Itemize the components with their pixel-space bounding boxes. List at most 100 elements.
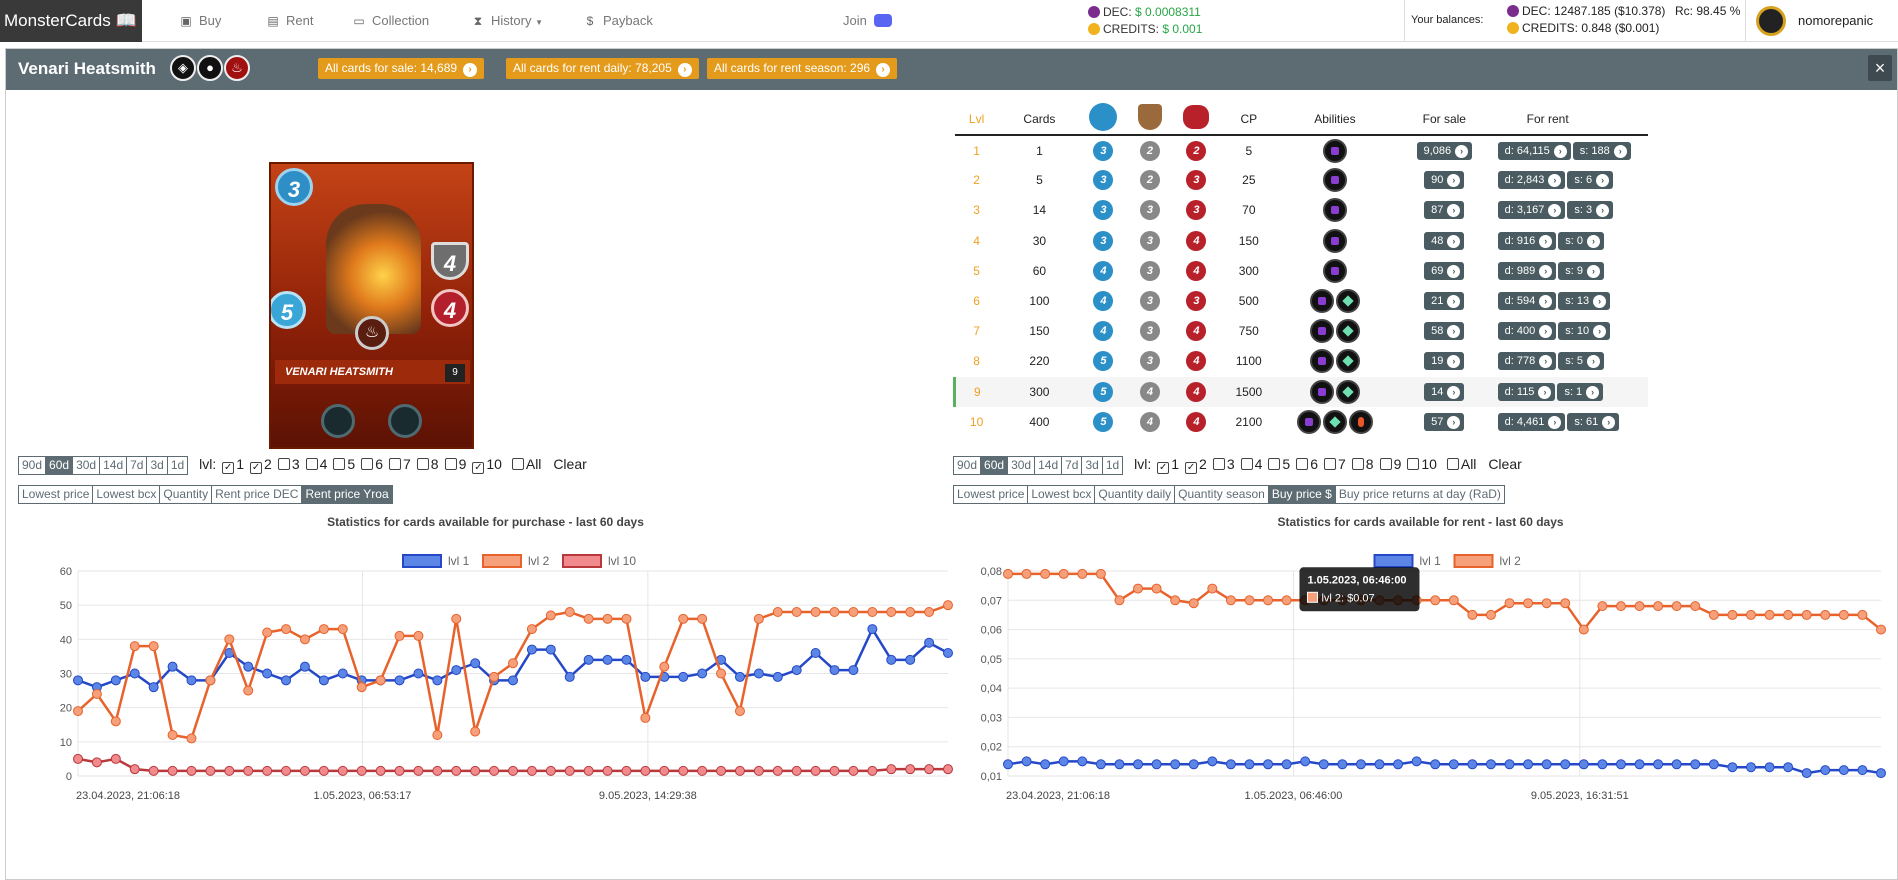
legend-swatch[interactable] [1453,554,1494,568]
all-for-sale-button[interactable]: All cards for sale: 14,689 › [318,58,485,79]
data-point[interactable] [186,765,197,776]
tab-buy-price-returns-at-day-rad-[interactable]: Buy price returns at day (RaD) [1334,485,1505,504]
rent-daily-button[interactable]: d: 400 › [1497,322,1557,341]
all-for-rent-daily-button[interactable]: All cards for rent daily: 78,205 › [506,58,699,79]
data-point[interactable] [1095,759,1106,770]
nav-buy[interactable]: ▣ Buy [179,0,221,42]
data-point[interactable] [602,613,613,624]
data-point[interactable] [413,630,424,641]
data-point[interactable] [186,733,197,744]
data-point[interactable] [489,765,500,776]
data-point[interactable] [1783,609,1794,620]
data-point[interactable] [1114,595,1125,606]
data-point[interactable] [526,624,537,635]
data-point[interactable] [867,607,878,617]
data-point[interactable] [848,607,859,617]
data-point[interactable] [1745,609,1756,620]
data-point[interactable] [318,765,329,776]
checkbox-lvl-7[interactable] [1324,458,1336,470]
data-point[interactable] [734,706,745,717]
data-point[interactable] [1801,768,1812,779]
data-point[interactable] [1021,756,1032,767]
rent-daily-button[interactable]: d: 916 › [1497,231,1557,250]
close-button[interactable]: × [1868,55,1892,81]
for-sale-button[interactable]: 19 › [1424,352,1465,371]
data-point[interactable] [470,726,481,737]
data-point[interactable] [583,765,594,776]
data-point[interactable] [943,648,953,658]
data-point[interactable] [148,641,159,652]
data-point[interactable] [129,668,140,679]
legend-swatch[interactable] [1373,554,1414,568]
data-point[interactable] [1430,595,1441,606]
data-point[interactable] [1151,759,1162,770]
data-point[interactable] [621,765,632,776]
period-90d[interactable]: 90d [18,456,47,475]
data-point[interactable] [1411,756,1422,767]
data-point[interactable] [810,648,821,658]
data-point[interactable] [1708,759,1719,770]
data-point[interactable] [583,613,594,624]
checkbox-lvl-6[interactable] [1296,458,1309,470]
data-point[interactable] [810,765,821,776]
data-point[interactable] [1448,759,1459,770]
data-point[interactable] [659,661,670,672]
data-point[interactable] [299,661,310,672]
data-point[interactable] [1523,759,1534,770]
period-3d[interactable]: 3d [1081,456,1103,475]
data-point[interactable] [508,658,518,669]
data-point[interactable] [564,765,575,776]
legend-swatch[interactable] [402,554,442,568]
data-point[interactable] [1207,756,1218,767]
checkbox-all[interactable] [511,458,524,470]
nav-join[interactable]: Join [843,0,893,42]
checkbox-lvl-7[interactable] [389,458,401,470]
data-point[interactable] [1671,601,1682,612]
data-point[interactable] [470,765,481,776]
data-point[interactable] [772,607,783,617]
data-point[interactable] [1467,759,1478,770]
nav-collection[interactable]: ▭ Collection [352,0,429,42]
data-point[interactable] [886,654,897,665]
rent-season-button[interactable]: s: 13 › [1558,292,1611,311]
data-point[interactable] [1300,756,1311,767]
for-sale-button[interactable]: 48 › [1424,231,1465,250]
data-point[interactable] [829,607,840,617]
data-point[interactable] [640,671,651,682]
data-point[interactable] [73,675,83,686]
rent-season-button[interactable]: s: 6 › [1567,171,1614,190]
data-point[interactable] [621,654,632,665]
data-point[interactable] [1876,624,1886,635]
data-point[interactable] [1003,759,1013,770]
data-point[interactable] [886,764,897,775]
checkbox-lvl-4[interactable] [305,458,318,470]
data-point[interactable] [1318,759,1329,770]
data-point[interactable] [734,671,745,682]
period-1d[interactable]: 1d [1101,456,1124,475]
period-30d[interactable]: 30d [72,456,101,475]
data-point[interactable] [262,668,273,679]
checkbox-lvl-3[interactable] [1212,458,1225,470]
data-point[interactable] [1504,598,1515,609]
data-point[interactable] [678,613,689,624]
tab-buy-price-[interactable]: Buy price $ [1267,485,1336,504]
for-sale-button[interactable]: 87 › [1424,201,1465,220]
data-point[interactable] [602,765,613,776]
data-point[interactable] [129,641,140,652]
data-point[interactable] [337,668,348,679]
legend-swatch[interactable] [562,554,602,568]
data-point[interactable] [1560,598,1571,609]
data-point[interactable] [299,634,310,645]
data-point[interactable] [1653,601,1664,612]
data-point[interactable] [1040,568,1051,579]
data-point[interactable] [621,613,632,624]
data-point[interactable] [1021,568,1032,579]
data-point[interactable] [1634,759,1645,770]
for-sale-button[interactable]: 21 › [1424,292,1465,311]
data-point[interactable] [791,765,802,776]
data-point[interactable] [508,765,518,776]
data-point[interactable] [1170,595,1181,606]
data-point[interactable] [1114,759,1125,770]
data-point[interactable] [1560,759,1571,770]
data-point[interactable] [886,607,897,617]
